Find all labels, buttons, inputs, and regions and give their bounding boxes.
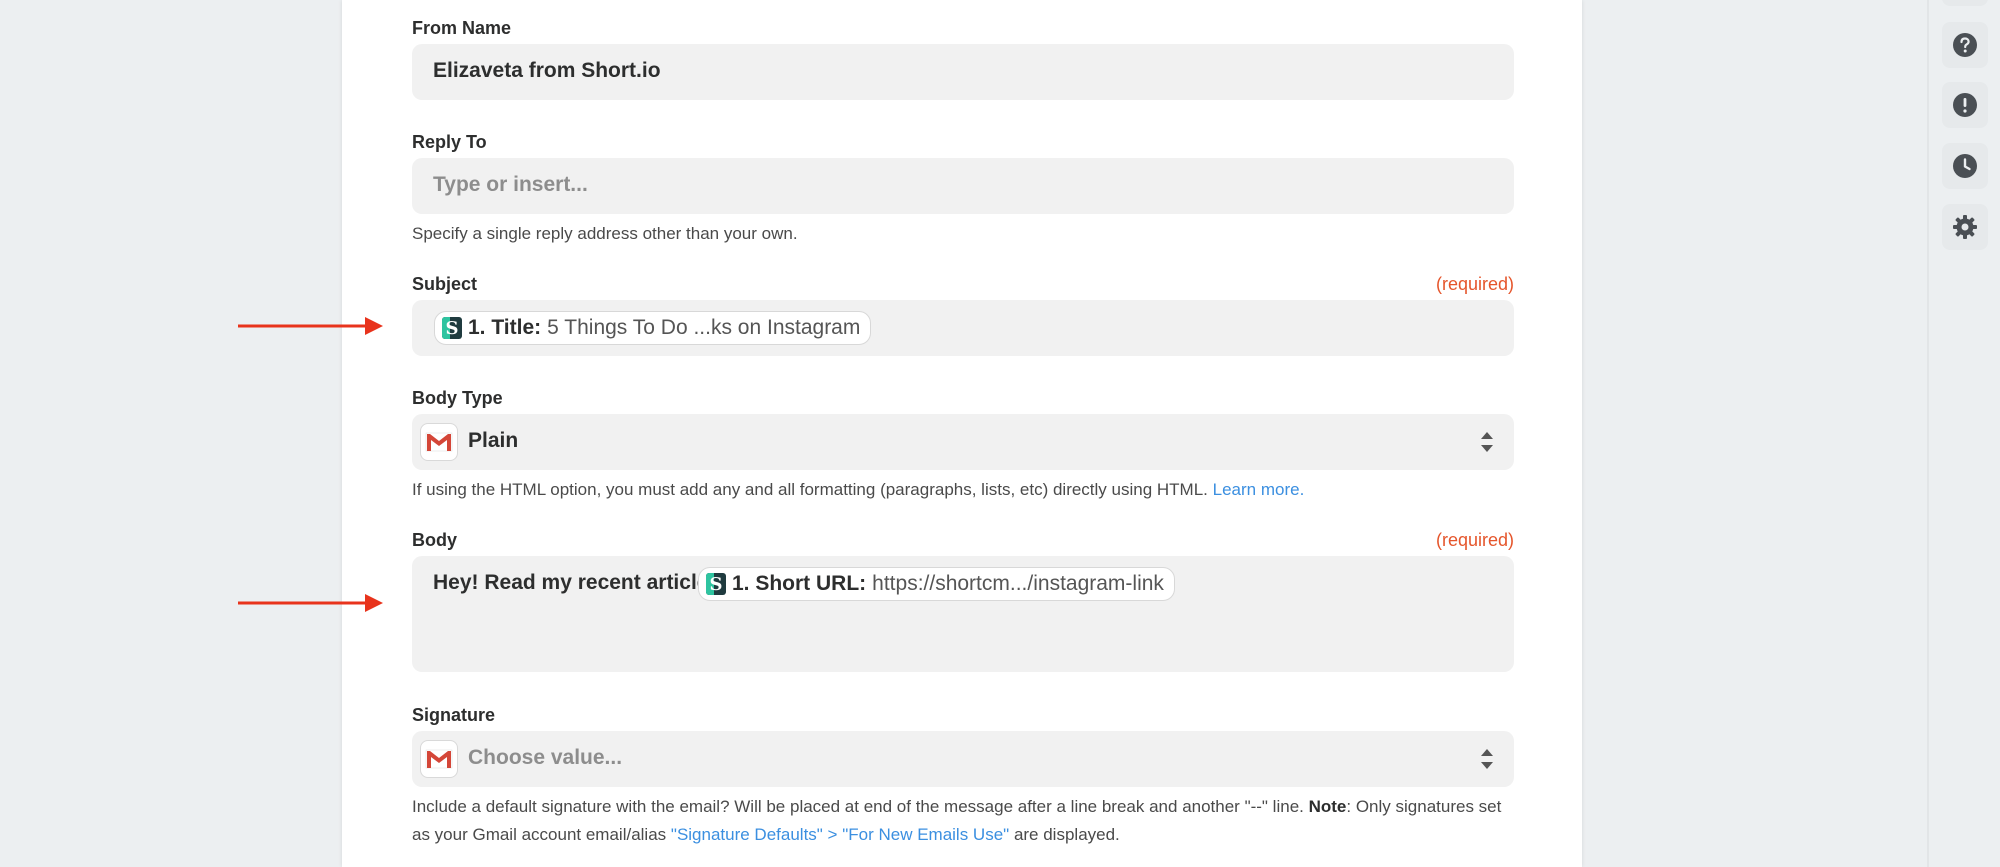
history-icon (1953, 154, 1977, 178)
signature-defaults-link[interactable]: "Signature Defaults" > "For New Emails U… (671, 825, 1009, 844)
shortio-icon: S (706, 573, 726, 595)
history-button[interactable] (1942, 143, 1988, 189)
body-short-url-token[interactable]: S 1. Short URL: https://shortcm.../insta… (698, 567, 1175, 601)
body-required: (required) (1435, 530, 1514, 550)
gmail-icon (420, 423, 458, 461)
reply-to-label: Reply To (412, 132, 487, 152)
body-type-help-text: If using the HTML option, you must add a… (412, 480, 1208, 499)
reply-to-input[interactable]: Type or insert... (412, 158, 1514, 214)
token-value: 5 Things To Do ...ks on Instagram (547, 316, 861, 339)
body-field: Body (required) Hey! Read my recent arti… (412, 530, 1514, 674)
shortio-icon: S (442, 317, 462, 339)
signature-help-note: Note (1308, 797, 1347, 816)
signature-placeholder: Choose value... (468, 746, 623, 769)
from-name-input[interactable]: Elizaveta from Short.io (412, 44, 1514, 100)
rail-divider (1927, 0, 1929, 867)
alert-icon (1953, 93, 1977, 117)
rail-button-partial[interactable] (1942, 0, 1988, 6)
subject-arrow-annotation (238, 317, 383, 335)
from-name-value: Elizaveta from Short.io (433, 59, 661, 82)
body-type-help: If using the HTML option, you must add a… (412, 476, 1514, 504)
token-key: 1. Short URL: (732, 572, 867, 595)
subject-title-token[interactable]: S 1. Title: 5 Things To Do ...ks on Inst… (434, 311, 872, 345)
body-type-label: Body Type (412, 388, 503, 408)
token-value: https://shortcm.../instagram-link (872, 572, 1164, 595)
select-arrows-icon (1481, 432, 1493, 452)
body-text: Hey! Read my recent article (433, 571, 709, 594)
signature-help-text-3: are displayed. (1013, 825, 1120, 844)
settings-icon (1953, 215, 1977, 239)
subject-field: Subject (required) S 1. Title: 5 Things … (412, 274, 1514, 358)
body-arrow-annotation (238, 594, 383, 612)
body-input[interactable]: Hey! Read my recent article S 1. Short U… (412, 556, 1514, 672)
gmail-icon (420, 740, 458, 778)
subject-required: (required) (1435, 274, 1514, 294)
subject-input[interactable]: S 1. Title: 5 Things To Do ...ks on Inst… (412, 300, 1514, 356)
body-type-value: Plain (468, 429, 519, 452)
signature-label: Signature (412, 705, 496, 725)
body-type-select[interactable]: Plain (412, 414, 1514, 470)
help-icon (1953, 33, 1977, 57)
from-name-field: From Name Elizaveta from Short.io (412, 18, 1514, 102)
signature-help-text-1: Include a default signature with the ema… (412, 797, 1304, 816)
reply-to-placeholder: Type or insert... (433, 173, 588, 196)
help-button[interactable] (1942, 22, 1988, 68)
subject-label: Subject (412, 274, 478, 294)
learn-more-link[interactable]: Learn more. (1213, 480, 1305, 499)
settings-button[interactable] (1942, 204, 1988, 250)
reply-to-field: Reply To Type or insert... Specify a sin… (412, 132, 1514, 252)
from-name-label: From Name (412, 18, 512, 38)
signature-help: Include a default signature with the ema… (412, 793, 1514, 849)
signature-field: Signature Choose value... Include a defa… (412, 705, 1514, 855)
body-label: Body (412, 530, 457, 550)
body-type-field: Body Type Plain If using the HTML option… (412, 388, 1514, 508)
token-key: 1. Title: (468, 316, 542, 339)
signature-select[interactable]: Choose value... (412, 731, 1514, 787)
select-arrows-icon (1481, 749, 1493, 769)
reply-to-help: Specify a single reply address other tha… (412, 224, 798, 243)
alert-button[interactable] (1942, 82, 1988, 128)
